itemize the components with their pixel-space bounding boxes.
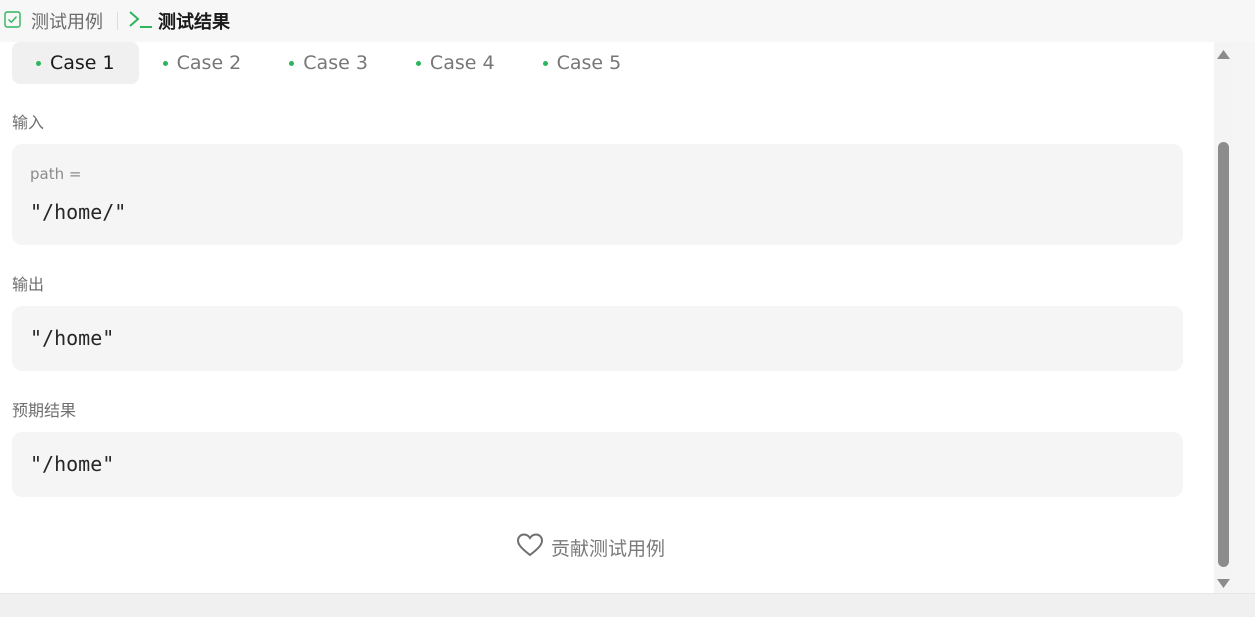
test-result-panel: Case 1 Case 2 Case 3 Case 4 Case 5 输入 pa… [0,42,1214,593]
output-label: 输出 [12,275,45,294]
tab-divider [117,12,118,30]
input-box: path = "/home/" [12,144,1183,245]
expected-box: "/home" [12,432,1183,497]
case-tab-4[interactable]: Case 4 [392,42,519,84]
input-label: 输入 [12,113,45,132]
contribute-label: 贡献测试用例 [551,537,666,560]
case-tab-label: Case 3 [303,52,368,74]
scroll-up-arrow-icon[interactable] [1214,46,1233,62]
input-value: "/home/" [30,200,127,224]
case-tabs: Case 1 Case 2 Case 3 Case 4 Case 5 [12,42,645,84]
input-var-name: path = [30,165,82,183]
case-tab-2[interactable]: Case 2 [139,42,266,84]
case-tab-3[interactable]: Case 3 [265,42,392,84]
checkbox-icon [4,10,21,32]
case-tab-label: Case 2 [176,52,242,74]
pass-dot-icon [162,60,168,66]
terminal-icon [128,9,154,33]
tab-test-cases[interactable]: 测试用例 [0,0,103,42]
scrollbar-thumb[interactable] [1218,142,1229,567]
case-tab-1[interactable]: Case 1 [12,42,139,84]
expected-label: 预期结果 [12,401,77,420]
pass-dot-icon [542,60,548,66]
pass-dot-icon [289,60,295,66]
output-value: "/home" [30,326,115,350]
contribute-test-case-button[interactable]: 贡献测试用例 [516,532,665,562]
heart-icon [516,532,551,563]
bottom-strip [0,593,1255,617]
output-box: "/home" [12,306,1183,371]
tab-test-result-label: 测试结果 [158,12,230,33]
scroll-down-arrow-icon[interactable] [1214,575,1233,591]
case-tab-label: Case 1 [50,52,115,74]
case-tab-label: Case 5 [556,52,622,74]
case-tab-5[interactable]: Case 5 [519,42,646,84]
pass-dot-icon [415,60,421,66]
pass-dot-icon [36,60,41,66]
tab-test-cases-label: 测试用例 [31,12,103,33]
panel-header: 测试用例 测试结果 [0,0,1255,42]
expected-value: "/home" [30,452,115,476]
tab-test-result[interactable]: 测试结果 [128,0,230,42]
case-tab-label: Case 4 [429,52,495,74]
vertical-scrollbar[interactable] [1214,42,1233,593]
